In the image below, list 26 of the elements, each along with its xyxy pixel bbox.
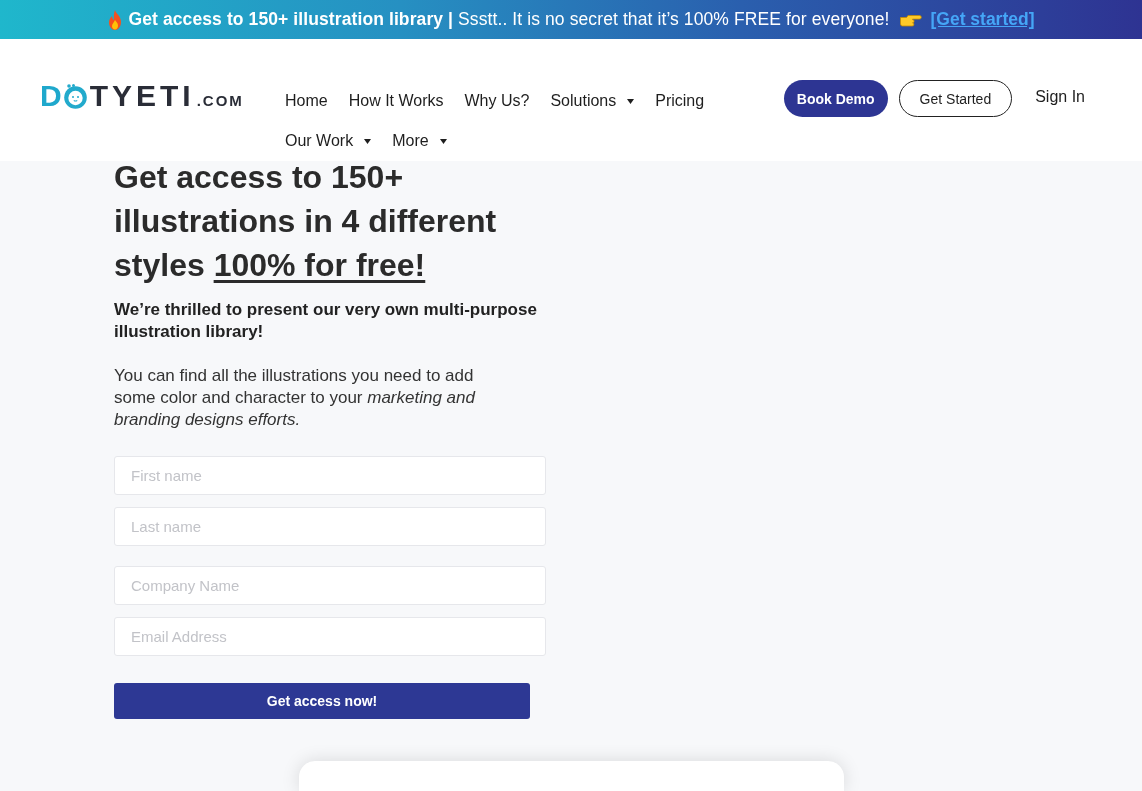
book-demo-button[interactable]: Book Demo — [783, 80, 888, 117]
headline: Get access to 150+ illustrations in 4 different styles 100% for free! — [114, 158, 498, 285]
get-started-button[interactable]: Get Started — [898, 80, 1013, 117]
input-field[interactable]: Company Name — [114, 566, 546, 605]
pointing-hand-icon — [900, 12, 923, 27]
sign-in-link[interactable]: Sign In — [1035, 87, 1085, 106]
logo[interactable]: D TYETI.COM — [40, 81, 246, 111]
caret-icon — [364, 138, 372, 144]
nav-link[interactable]: More — [392, 121, 447, 161]
nav-link[interactable]: Our Work — [285, 121, 372, 161]
body-text: You can find all the illustrations you need to add some color and character to your marketing and branding designs efforts. — [114, 365, 477, 431]
yeti-face-icon — [62, 84, 88, 109]
input-field[interactable]: First name — [114, 456, 546, 495]
fire-icon — [107, 9, 124, 30]
nav-link[interactable]: Home — [285, 81, 328, 121]
promo-text: Get access to 150+ illustration library | Ssstt.. It is no secret that it’s 100% FREE for everyone! — [128, 9, 890, 30]
caret-icon — [439, 138, 447, 144]
nav-link[interactable]: How It Works — [348, 81, 444, 121]
input-field[interactable]: Last name — [114, 507, 546, 546]
nav-link[interactable]: Pricing — [655, 81, 705, 121]
input-field[interactable]: Email Address — [114, 617, 546, 656]
nav-link[interactable]: Solutions — [550, 81, 635, 121]
get-access-button[interactable]: Get access now! — [114, 683, 530, 719]
intro-text: We’re thrilled to present our very own multi-purpose illustration library! — [114, 299, 538, 343]
caret-icon — [627, 98, 635, 104]
nav-link[interactable]: Why Us? — [464, 81, 530, 121]
